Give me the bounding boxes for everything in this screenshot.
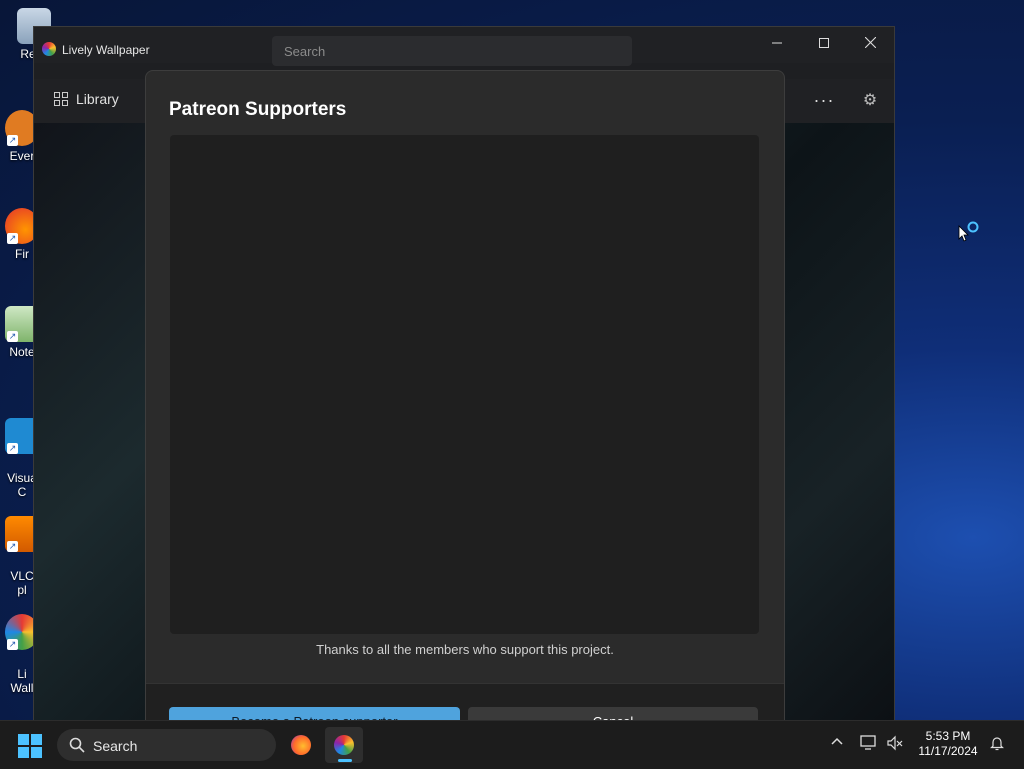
- dialog-title: Patreon Supporters: [169, 99, 347, 120]
- minimize-button[interactable]: [754, 27, 800, 59]
- close-button[interactable]: [847, 27, 893, 59]
- patreon-dialog: Patreon Supporters Thanks to all the mem…: [145, 70, 785, 721]
- settings-button[interactable]: ⚙: [854, 85, 886, 117]
- close-icon: [864, 36, 876, 49]
- search-input[interactable]: Search: [272, 36, 632, 66]
- network-icon: [860, 735, 876, 750]
- windows-logo-icon: [31, 734, 42, 745]
- taskbar-search-label: Search: [93, 738, 138, 754]
- nav-library-label: Library: [76, 91, 119, 107]
- volume-muted-icon: [887, 735, 903, 751]
- taskbar-firefox[interactable]: [282, 727, 320, 763]
- maximize-button[interactable]: [801, 27, 847, 59]
- thanks-message: Thanks to all the members who support th…: [316, 642, 614, 657]
- windows-logo-icon: [31, 747, 42, 758]
- supporters-list[interactable]: [170, 135, 759, 634]
- taskbar-lively-wallpaper[interactable]: [325, 727, 363, 763]
- lively-logo-icon: [334, 735, 354, 755]
- notifications-button[interactable]: [989, 735, 1005, 754]
- title-bar[interactable]: Lively Wallpaper Search: [34, 27, 894, 66]
- shortcut-arrow-icon: ↗: [7, 639, 18, 650]
- become-supporter-button[interactable]: Become a Patreon supporter: [169, 707, 460, 721]
- maximize-icon: [819, 38, 829, 48]
- windows-logo-icon: [18, 734, 29, 745]
- shortcut-arrow-icon: ↗: [7, 233, 18, 244]
- gear-icon: ⚙: [862, 92, 878, 109]
- shortcut-arrow-icon: ↗: [7, 541, 18, 552]
- search-icon: [69, 737, 85, 753]
- more-options-button[interactable]: ···: [808, 85, 840, 117]
- shortcut-arrow-icon: ↗: [7, 443, 18, 454]
- clock-date: 11/17/2024: [918, 744, 978, 758]
- volume-button[interactable]: [886, 735, 904, 754]
- windows-logo-icon: [18, 747, 29, 758]
- shortcut-arrow-icon: ↗: [7, 135, 18, 146]
- chevron-up-icon: [831, 737, 843, 745]
- taskbar-search[interactable]: Search: [57, 729, 276, 761]
- minimize-icon: [772, 42, 782, 44]
- more-icon: ···: [813, 90, 835, 110]
- lively-logo-icon: [42, 42, 56, 56]
- bell-icon: [990, 737, 1004, 751]
- network-button[interactable]: [860, 735, 878, 754]
- dialog-footer: Become a Patreon supporter Cancel: [146, 683, 784, 721]
- start-button[interactable]: [18, 734, 42, 758]
- active-app-indicator: [338, 759, 352, 762]
- grid-icon: [54, 92, 68, 106]
- nav-library[interactable]: Library: [54, 91, 119, 107]
- taskbar-clock[interactable]: 5:53 PM 11/17/2024: [912, 729, 984, 759]
- busy-cursor-icon: [958, 221, 979, 242]
- shortcut-arrow-icon: ↗: [7, 331, 18, 342]
- search-placeholder: Search: [284, 44, 326, 59]
- clock-time: 5:53 PM: [925, 729, 971, 743]
- window-title: Lively Wallpaper: [62, 43, 150, 57]
- taskbar: Search 5:53 PM 11/17/2024: [0, 720, 1024, 769]
- cancel-button[interactable]: Cancel: [468, 707, 758, 721]
- firefox-icon: [291, 735, 311, 755]
- show-hidden-icons-button[interactable]: [830, 735, 844, 752]
